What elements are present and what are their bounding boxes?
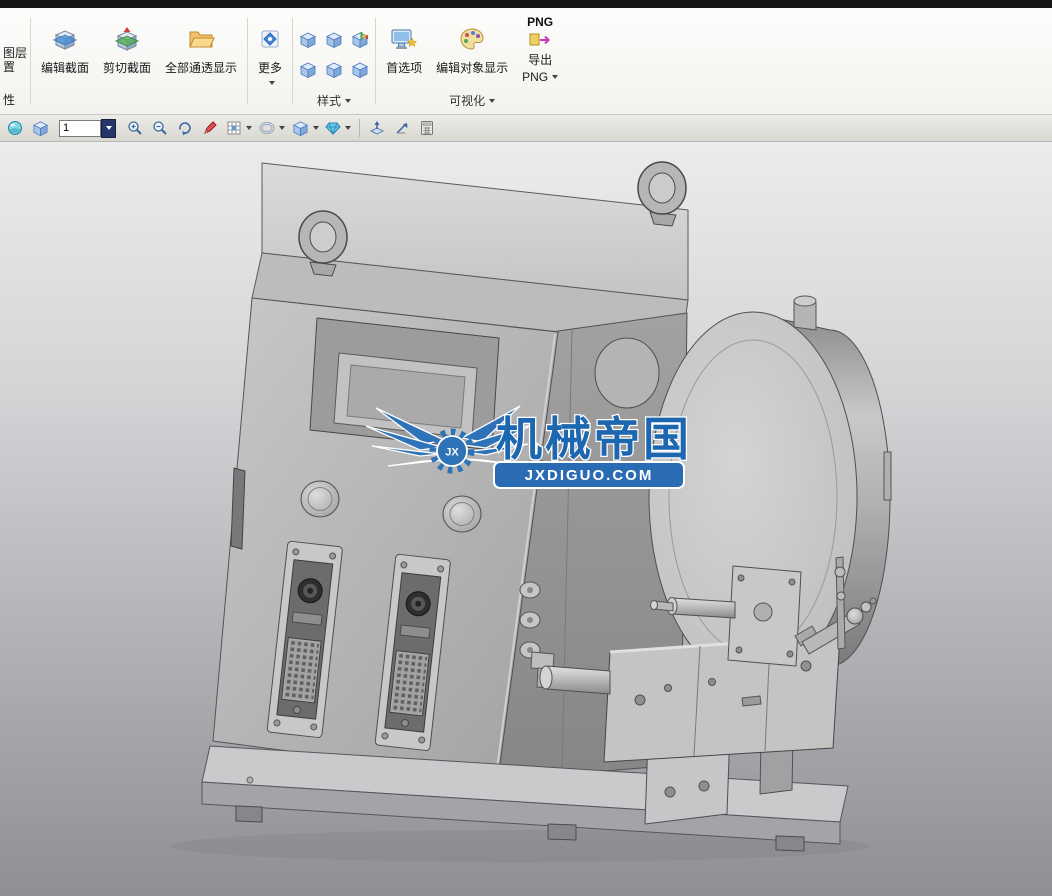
- side-handle: [230, 467, 246, 550]
- drum-bracket: [727, 565, 802, 667]
- machine-model: [170, 161, 892, 862]
- preferences-monitor-icon: [390, 24, 418, 54]
- export-png-dropdown-caret: [552, 75, 559, 79]
- show-all-translucent-button[interactable]: 全部通透显示: [158, 10, 244, 112]
- more-button[interactable]: 更多: [251, 10, 289, 112]
- domain-text: JXDIGUO.COM: [525, 467, 654, 484]
- side-port-hole: [594, 337, 660, 409]
- separator: [359, 119, 360, 137]
- edit-object-display-button[interactable]: 编辑对象显示: [429, 10, 515, 76]
- datum-axis-icon[interactable]: [391, 117, 413, 139]
- measure-calculator-icon[interactable]: [416, 117, 438, 139]
- palette-icon: [459, 24, 485, 54]
- style-wireframe-icon[interactable]: [323, 29, 345, 51]
- title-bar: [0, 0, 1052, 8]
- visualization-dropdown-caret: [489, 98, 496, 103]
- separator: [247, 18, 249, 104]
- display-screen: [309, 317, 500, 451]
- edge-fittings: [519, 581, 541, 659]
- style-group-label[interactable]: 样式: [317, 92, 352, 112]
- grid-snap-icon[interactable]: [224, 117, 254, 139]
- more-icon: [259, 24, 281, 54]
- style-cube-grid: [296, 10, 372, 84]
- clip-section-button[interactable]: 剪切截面: [96, 10, 158, 112]
- knob-left: [300, 480, 340, 518]
- style-hidden-edge-icon[interactable]: [297, 59, 319, 81]
- clipped-label-3: 性: [3, 93, 16, 107]
- edit-section-icon: [52, 24, 78, 54]
- drum-side-pin: [883, 451, 892, 501]
- style-studio-icon[interactable]: [323, 59, 345, 81]
- datum-plane-icon[interactable]: [366, 117, 388, 139]
- visualization-group-label[interactable]: 可视化: [449, 92, 496, 112]
- rotate-view-icon[interactable]: [174, 117, 196, 139]
- view-cube-icon[interactable]: [29, 117, 51, 139]
- zoom-out-icon[interactable]: [149, 117, 171, 139]
- gear-monogram: JX: [445, 447, 459, 459]
- clipped-panel: 图层 置 性: [0, 10, 27, 112]
- visualization-group: 首选项 编辑对象显示 PNG 导出 PNG 可视化: [379, 10, 565, 112]
- edit-section-button[interactable]: 编辑截面: [34, 10, 96, 112]
- export-png-button[interactable]: PNG 导出 PNG: [515, 10, 565, 84]
- separator: [375, 18, 377, 104]
- scale-combo: [59, 118, 116, 138]
- style-dropdown-caret: [345, 98, 352, 103]
- material-gem-icon[interactable]: [323, 117, 353, 139]
- scale-dropdown-button[interactable]: [101, 118, 116, 138]
- separator: [30, 18, 31, 104]
- brand-text: 机械帝国: [496, 413, 692, 465]
- ribbon: 图层 置 性 编辑截面 剪切截面 全部通透显示 更多 样式 首选项 编辑对象显示…: [0, 8, 1052, 115]
- clip-section-icon: [114, 24, 140, 54]
- scale-input[interactable]: [59, 119, 101, 137]
- export-png-icon: [528, 31, 552, 49]
- style-shaded-icon[interactable]: [297, 29, 319, 51]
- style-face-edge-icon[interactable]: [349, 59, 371, 81]
- png-filetype-label: PNG: [527, 15, 554, 29]
- main-block: [603, 634, 841, 763]
- solid-cube-icon[interactable]: [290, 117, 320, 139]
- clipped-label-2: 置: [3, 60, 16, 74]
- style-group: 样式: [296, 10, 372, 112]
- knob-right: [442, 495, 482, 533]
- preferences-button[interactable]: 首选项: [379, 10, 429, 76]
- separator: [292, 18, 294, 104]
- 3d-viewport[interactable]: JX JXDIGUO.COM 机械帝国: [0, 142, 1052, 896]
- clipped-label-1: 图层: [3, 46, 28, 60]
- more-dropdown-caret: [269, 81, 276, 85]
- sketch-pencil-icon[interactable]: [199, 117, 221, 139]
- zoom-in-icon[interactable]: [124, 117, 146, 139]
- translucent-folder-icon: [187, 24, 215, 54]
- style-analysis-icon[interactable]: [349, 29, 371, 51]
- cad-scene: JX JXDIGUO.COM 机械帝国: [170, 161, 892, 862]
- surface-torus-icon[interactable]: [257, 117, 287, 139]
- view-toolbar: [0, 115, 1052, 142]
- view-sphere-icon[interactable]: [4, 117, 26, 139]
